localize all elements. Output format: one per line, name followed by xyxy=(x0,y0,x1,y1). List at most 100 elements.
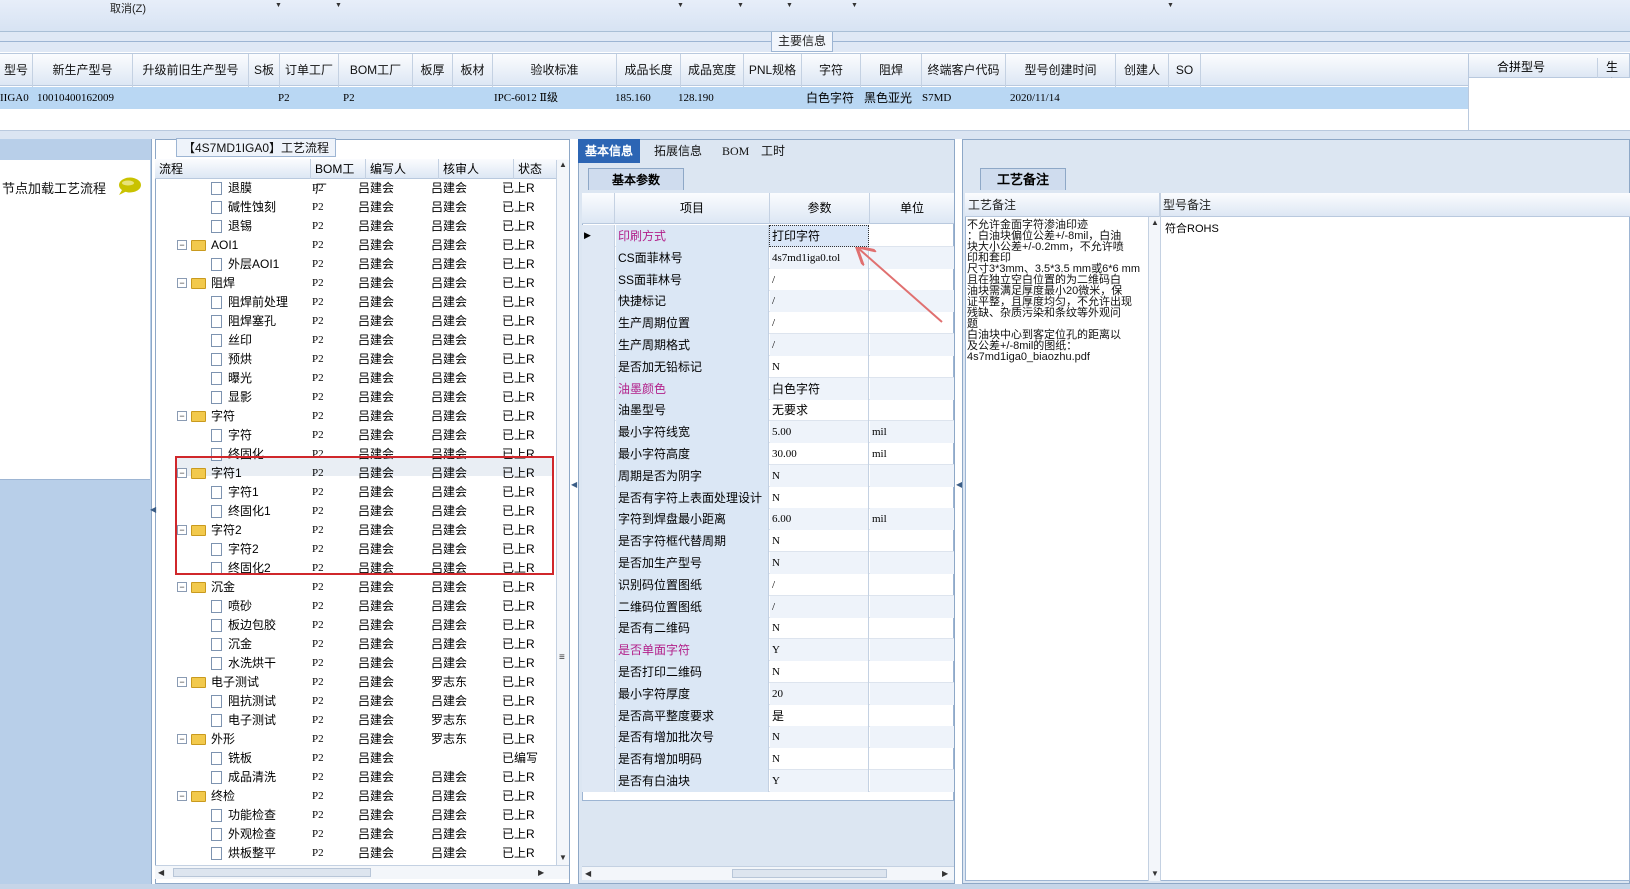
dropdown-caret-icon[interactable]: ▼ xyxy=(677,2,684,9)
param-row[interactable]: 是否有白油块 Y xyxy=(582,770,954,792)
param-value[interactable]: 4s7md1iga0.tol xyxy=(770,246,869,269)
param-row[interactable]: 是否有二维码 N xyxy=(582,617,954,640)
row-header[interactable] xyxy=(582,639,615,662)
tab-bom[interactable]: BOM xyxy=(715,139,756,163)
collapse-toggle-icon[interactable]: − xyxy=(177,677,187,687)
dropdown-caret-icon[interactable]: ▼ xyxy=(786,2,793,9)
param-row[interactable]: 最小字符厚度 20 xyxy=(582,682,954,705)
param-value[interactable]: 是 xyxy=(770,704,869,727)
basic-params-tab[interactable]: 基本参数 xyxy=(588,168,684,190)
tree-step-row[interactable]: 退膜 P2 吕建会 吕建会 已上R xyxy=(155,179,555,198)
tree-step-row[interactable]: 外观检查 P2 吕建会 吕建会 已上R xyxy=(155,825,555,844)
col-creator[interactable]: 创建人 xyxy=(1116,54,1169,87)
col-old-model[interactable]: 升级前旧生产型号 xyxy=(133,54,249,87)
collapse-right-icon[interactable]: ◀ xyxy=(956,480,962,494)
col-standard[interactable]: 验收标准 xyxy=(493,54,617,87)
param-row[interactable]: 最小字符线宽 5.00 mil xyxy=(582,421,954,444)
collapse-toggle-icon[interactable]: − xyxy=(177,582,187,592)
param-value[interactable]: 5.00 xyxy=(770,421,869,444)
tab-basic-info[interactable]: 基本信息 xyxy=(578,139,641,163)
row-header[interactable] xyxy=(582,486,615,509)
scroll-down-icon[interactable]: ▼ xyxy=(1151,869,1159,878)
craft-note-text[interactable]: 不允许金面字符渗油印迹 ：白油块偏位公差+/-8mil，白油 块大小公差+/-0… xyxy=(967,220,1147,363)
param-row[interactable]: SS面菲林号 / xyxy=(582,268,954,291)
focused-cell[interactable]: 打印字符 xyxy=(769,225,869,247)
param-row[interactable]: 是否高平整度要求是 xyxy=(582,704,954,727)
param-value[interactable]: 白色字符 xyxy=(770,377,869,400)
param-value[interactable]: Y xyxy=(770,770,869,792)
param-row[interactable]: 油墨颜色 白色字符 xyxy=(582,377,954,400)
tree-step-row[interactable]: 外层AOI1 P2 吕建会 吕建会 已上R xyxy=(155,255,555,274)
tree-step-row[interactable]: 阻抗测试 P2 吕建会 吕建会 已上R xyxy=(155,692,555,711)
dropdown-caret-icon[interactable]: ▼ xyxy=(1167,2,1174,9)
row-header[interactable] xyxy=(582,530,615,553)
row-header[interactable] xyxy=(582,355,615,378)
tree-group-row[interactable]: − 外形 P2 吕建会 罗志东 已上R xyxy=(155,730,555,749)
dropdown-caret-icon[interactable]: ▼ xyxy=(851,2,858,9)
scroll-down-icon[interactable]: ▼ xyxy=(559,853,567,862)
param-row[interactable]: 周期是否为阴字 N xyxy=(582,464,954,487)
collapse-toggle-icon[interactable]: − xyxy=(177,240,187,250)
col-created[interactable]: 型号创建时间 xyxy=(1006,54,1116,87)
collapse-left-icon[interactable]: ◀ xyxy=(150,505,156,519)
param-value[interactable]: N xyxy=(770,661,869,683)
param-row[interactable]: 二维码位置图纸 / xyxy=(582,595,954,618)
row-header[interactable] xyxy=(582,552,615,574)
param-row[interactable]: CS面菲林号 4s7md1iga0.tol xyxy=(582,246,954,269)
grid-col-param[interactable]: 参数 xyxy=(770,193,870,224)
param-value[interactable]: 无要求 xyxy=(770,399,869,422)
scroll-grip-icon[interactable]: ≡ xyxy=(559,652,565,663)
param-value[interactable]: 30.00 xyxy=(770,443,869,465)
grid-col-item[interactable]: 项目 xyxy=(615,193,770,224)
row-header[interactable] xyxy=(582,726,615,749)
param-row[interactable]: 是否有增加批次号 N xyxy=(582,726,954,749)
param-row[interactable]: 识别码位置图纸 / xyxy=(582,573,954,596)
tree-vertical-scrollbar[interactable]: ▲ ≡ ▼ xyxy=(556,160,569,865)
row-header[interactable] xyxy=(582,290,615,313)
row-header[interactable] xyxy=(582,312,615,335)
tree-step-row[interactable]: 水洗烘干 P2 吕建会 吕建会 已上R xyxy=(155,654,555,673)
row-header[interactable] xyxy=(582,573,615,596)
row-header[interactable] xyxy=(582,661,615,683)
param-row[interactable]: 印刷方式打印字符 xyxy=(582,225,954,247)
col-char[interactable]: 字符 xyxy=(802,54,861,87)
param-value[interactable]: Y xyxy=(770,639,869,662)
param-row[interactable]: 是否单面字符 Y xyxy=(582,639,954,662)
tree-step-row[interactable]: 板边包胶 P2 吕建会 吕建会 已上R xyxy=(155,616,555,635)
grid-horizontal-scrollbar[interactable]: ◀ ▶ xyxy=(582,866,954,880)
col-merge-model[interactable]: 合拼型号 xyxy=(1497,58,1545,75)
col-pnl[interactable]: PNL规格 xyxy=(744,54,802,87)
row-header[interactable] xyxy=(582,443,615,465)
tree-step-row[interactable]: 阻焊塞孔 P2 吕建会 吕建会 已上R xyxy=(155,312,555,331)
row-header[interactable] xyxy=(582,268,615,291)
param-value[interactable]: 6.00 xyxy=(770,508,869,531)
param-value[interactable]: / xyxy=(770,334,869,356)
scroll-right-icon[interactable]: ▶ xyxy=(942,869,948,878)
tree-col-reviewer[interactable]: 核审人 xyxy=(439,159,514,179)
row-header[interactable] xyxy=(582,770,615,792)
model-data-row[interactable]: IIGA0 10010400162009 P2 P2 IPC-6012 Ⅱ级 1… xyxy=(0,87,1468,109)
param-value[interactable]: / xyxy=(770,268,869,291)
row-header[interactable] xyxy=(582,748,615,771)
tree-col-bom[interactable]: BOM工厂 xyxy=(311,159,366,196)
param-value[interactable]: N xyxy=(770,464,869,487)
tree-horizontal-scrollbar[interactable]: ◀ ▶ xyxy=(155,865,569,879)
dropdown-caret-icon[interactable]: ▼ xyxy=(737,2,744,9)
scroll-left-icon[interactable]: ◀ xyxy=(585,869,591,878)
collapse-toggle-icon[interactable]: − xyxy=(177,791,187,801)
cancel-menu[interactable]: 取消(Z) xyxy=(110,0,146,16)
param-value[interactable]: N xyxy=(770,748,869,771)
scroll-right-icon[interactable]: ▶ xyxy=(538,868,544,877)
tree-col-author[interactable]: 编写人 xyxy=(366,159,439,179)
row-header[interactable] xyxy=(582,377,615,400)
col-model-note[interactable]: 型号备注 xyxy=(1160,193,1630,217)
scroll-thumb[interactable] xyxy=(732,869,887,878)
col-new-model[interactable]: 新生产型号 xyxy=(33,54,133,87)
tree-step-row[interactable]: 铣板 P2 吕建会 已编写 xyxy=(155,749,555,768)
col-order-factory[interactable]: 订单工厂 xyxy=(280,54,339,87)
col-customer[interactable]: 终端客户代码 xyxy=(922,54,1006,87)
tree-group-row[interactable]: − 字符 P2 吕建会 吕建会 已上R xyxy=(155,407,555,426)
col-bom-factory[interactable]: BOM工厂 xyxy=(339,54,413,87)
row-header[interactable] xyxy=(582,704,615,727)
tree-step-row[interactable]: 字符 P2 吕建会 吕建会 已上R xyxy=(155,426,555,445)
